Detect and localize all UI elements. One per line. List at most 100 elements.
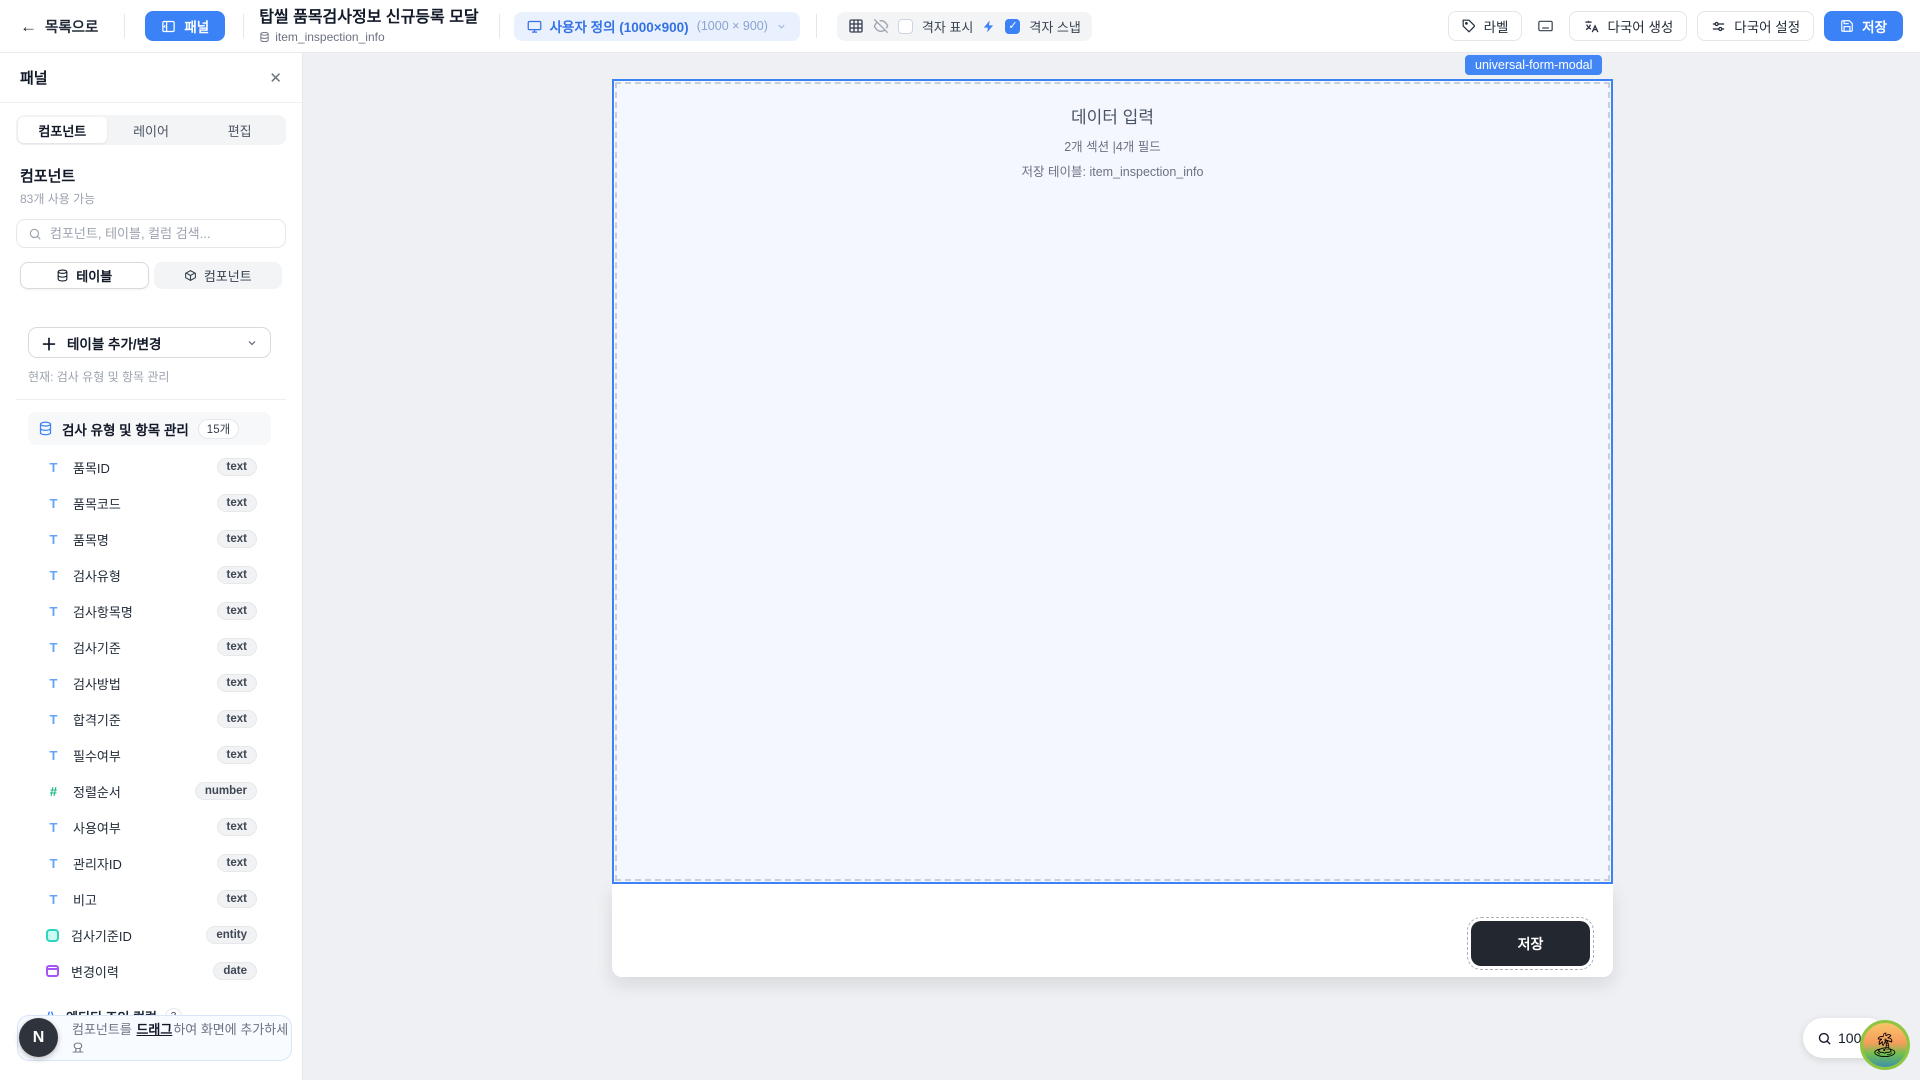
field-type-badge: text bbox=[217, 494, 257, 512]
field-type-icon: T bbox=[46, 640, 61, 655]
i18n-generate-text: 다국어 생성 bbox=[1607, 16, 1673, 36]
add-table-dropdown[interactable]: ＋ 테이블 추가/변경 bbox=[28, 327, 271, 358]
island-emoji-badge[interactable]: 🏝 bbox=[1860, 1020, 1910, 1070]
add-table-label: 테이블 추가/변경 bbox=[67, 333, 161, 353]
modal-save-button[interactable]: 저장 bbox=[1471, 921, 1590, 966]
field-row[interactable]: T 검사기준 text bbox=[28, 629, 271, 665]
field-row[interactable]: T 검사항목명 text bbox=[28, 593, 271, 629]
field-type-icon: T bbox=[46, 532, 61, 547]
modal-table-info: 저장 테이블: item_inspection_info bbox=[614, 161, 1611, 180]
modal-footer: 저장 bbox=[612, 884, 1613, 977]
field-type-icon: T bbox=[46, 712, 61, 727]
divider bbox=[16, 399, 286, 400]
sliders-icon bbox=[1711, 19, 1726, 34]
back-to-list-button[interactable]: ← 목록으로 bbox=[20, 16, 98, 37]
search-input[interactable] bbox=[50, 226, 274, 241]
i18n-generate-button[interactable]: 다국어 생성 bbox=[1569, 11, 1687, 41]
field-label: 비고 bbox=[73, 890, 97, 909]
field-type-badge: text bbox=[217, 890, 257, 908]
field-label: 품목ID bbox=[73, 458, 110, 477]
field-row[interactable]: T 관리자ID text bbox=[28, 845, 271, 881]
modal-subtitle: 2개 섹션 |4개 필드 bbox=[614, 136, 1611, 155]
n-floating-badge[interactable]: N bbox=[19, 1018, 58, 1057]
component-search[interactable] bbox=[16, 219, 286, 248]
current-table-label: 현재: 검사 유형 및 항목 관리 bbox=[28, 368, 274, 385]
universal-form-modal-component[interactable]: 데이터 입력 2개 섹션 |4개 필드 저장 테이블: item_inspect… bbox=[612, 79, 1613, 884]
monitor-icon bbox=[527, 19, 542, 34]
field-label: 합격기준 bbox=[73, 710, 121, 729]
field-row[interactable]: T 검사방법 text bbox=[28, 665, 271, 701]
field-row[interactable]: T 검사유형 text bbox=[28, 557, 271, 593]
field-row[interactable]: T 품목ID text bbox=[28, 449, 271, 485]
field-label: 필수여부 bbox=[73, 746, 121, 765]
chevron-down-icon bbox=[776, 21, 787, 32]
panel-button-label: 패널 bbox=[184, 16, 209, 36]
field-type-icon: T bbox=[46, 568, 61, 583]
tab-components[interactable]: 컴포넌트 bbox=[18, 117, 107, 143]
field-row[interactable]: T 품목명 text bbox=[28, 521, 271, 557]
search-icon bbox=[28, 227, 42, 241]
panel-toggle-button[interactable]: 패널 bbox=[145, 11, 225, 41]
source-component-label: 컴포넌트 bbox=[204, 266, 252, 285]
modal-title: 데이터 입력 bbox=[614, 103, 1611, 128]
field-label: 품목명 bbox=[73, 530, 109, 549]
plus-icon: ＋ bbox=[41, 331, 57, 355]
table-group-name: 검사 유형 및 항목 관리 bbox=[62, 419, 189, 439]
field-type-icon: T bbox=[46, 856, 61, 871]
magnifier-icon bbox=[1817, 1031, 1832, 1046]
field-label: 검사기준ID bbox=[71, 926, 132, 945]
database-icon bbox=[56, 269, 69, 282]
field-row[interactable]: T 합격기준 text bbox=[28, 701, 271, 737]
grid-icon bbox=[848, 18, 864, 34]
back-label: 목록으로 bbox=[45, 16, 98, 37]
page-title: 탑씰 품목검사정보 신규등록 모달 bbox=[259, 8, 478, 27]
field-label: 사용여부 bbox=[73, 818, 121, 837]
field-type-icon: T bbox=[46, 496, 61, 511]
field-type-badge: entity bbox=[206, 926, 257, 944]
database-icon bbox=[259, 31, 270, 43]
island-emoji: 🏝 bbox=[1870, 1031, 1900, 1060]
panel-left-icon bbox=[161, 19, 176, 34]
field-row[interactable]: 검사기준ID entity bbox=[28, 917, 271, 953]
component-tag: universal-form-modal bbox=[1465, 55, 1602, 75]
field-type-icon: T bbox=[46, 604, 61, 619]
field-row[interactable]: 변경이력 date bbox=[28, 953, 271, 989]
grid-snap-checkbox[interactable] bbox=[1005, 19, 1020, 34]
field-label: 정렬순서 bbox=[73, 782, 121, 801]
field-type-badge: text bbox=[217, 602, 257, 620]
panel-header: 패널 ✕ bbox=[0, 53, 302, 103]
field-row[interactable]: T 필수여부 text bbox=[28, 737, 271, 773]
field-row[interactable]: T 품목코드 text bbox=[28, 485, 271, 521]
label-button[interactable]: 라벨 bbox=[1448, 11, 1523, 41]
field-row[interactable]: T 비고 text bbox=[28, 881, 271, 917]
grid-show-checkbox[interactable] bbox=[898, 19, 913, 34]
table-group-header[interactable]: 검사 유형 및 항목 관리 15개 bbox=[28, 412, 271, 445]
panel-tabs: 컴포넌트 레이어 편집 bbox=[16, 115, 286, 145]
label-button-text: 라벨 bbox=[1484, 16, 1509, 36]
i18n-settings-button[interactable]: 다국어 설정 bbox=[1697, 11, 1814, 41]
components-section-header: 컴포넌트 83개 사용 가능 bbox=[0, 145, 302, 207]
close-icon[interactable]: ✕ bbox=[269, 69, 282, 87]
page-subtitle: item_inspection_info bbox=[259, 30, 478, 44]
tab-edit[interactable]: 편집 bbox=[195, 117, 284, 143]
field-type-badge: text bbox=[217, 746, 257, 764]
source-tab-table[interactable]: 테이블 bbox=[20, 262, 149, 289]
field-list: T 품목ID text T 품목코드 text T 품목명 text T 검사유… bbox=[28, 449, 271, 989]
field-type-icon: T bbox=[46, 748, 61, 763]
keyboard-shortcuts-button[interactable] bbox=[1532, 11, 1559, 41]
source-tab-component[interactable]: 컴포넌트 bbox=[154, 262, 283, 289]
components-available-count: 83개 사용 가능 bbox=[20, 190, 282, 207]
save-icon bbox=[1840, 19, 1854, 33]
tab-layers[interactable]: 레이어 bbox=[107, 117, 196, 143]
translate-icon bbox=[1583, 19, 1599, 34]
source-table-label: 테이블 bbox=[76, 266, 112, 285]
field-row[interactable]: # 정렬순서 number bbox=[28, 773, 271, 809]
field-type-icon bbox=[46, 965, 59, 977]
field-type-badge: text bbox=[217, 710, 257, 728]
title-block: 탑씰 품목검사정보 신규등록 모달 item_inspection_info bbox=[259, 8, 478, 43]
divider bbox=[124, 14, 125, 38]
save-button[interactable]: 저장 bbox=[1824, 11, 1903, 41]
field-row[interactable]: T 사용여부 text bbox=[28, 809, 271, 845]
canvas-size-dropdown[interactable]: 사용자 정의 (1000×900) (1000 × 900) bbox=[514, 12, 800, 41]
tag-icon bbox=[1462, 19, 1476, 33]
